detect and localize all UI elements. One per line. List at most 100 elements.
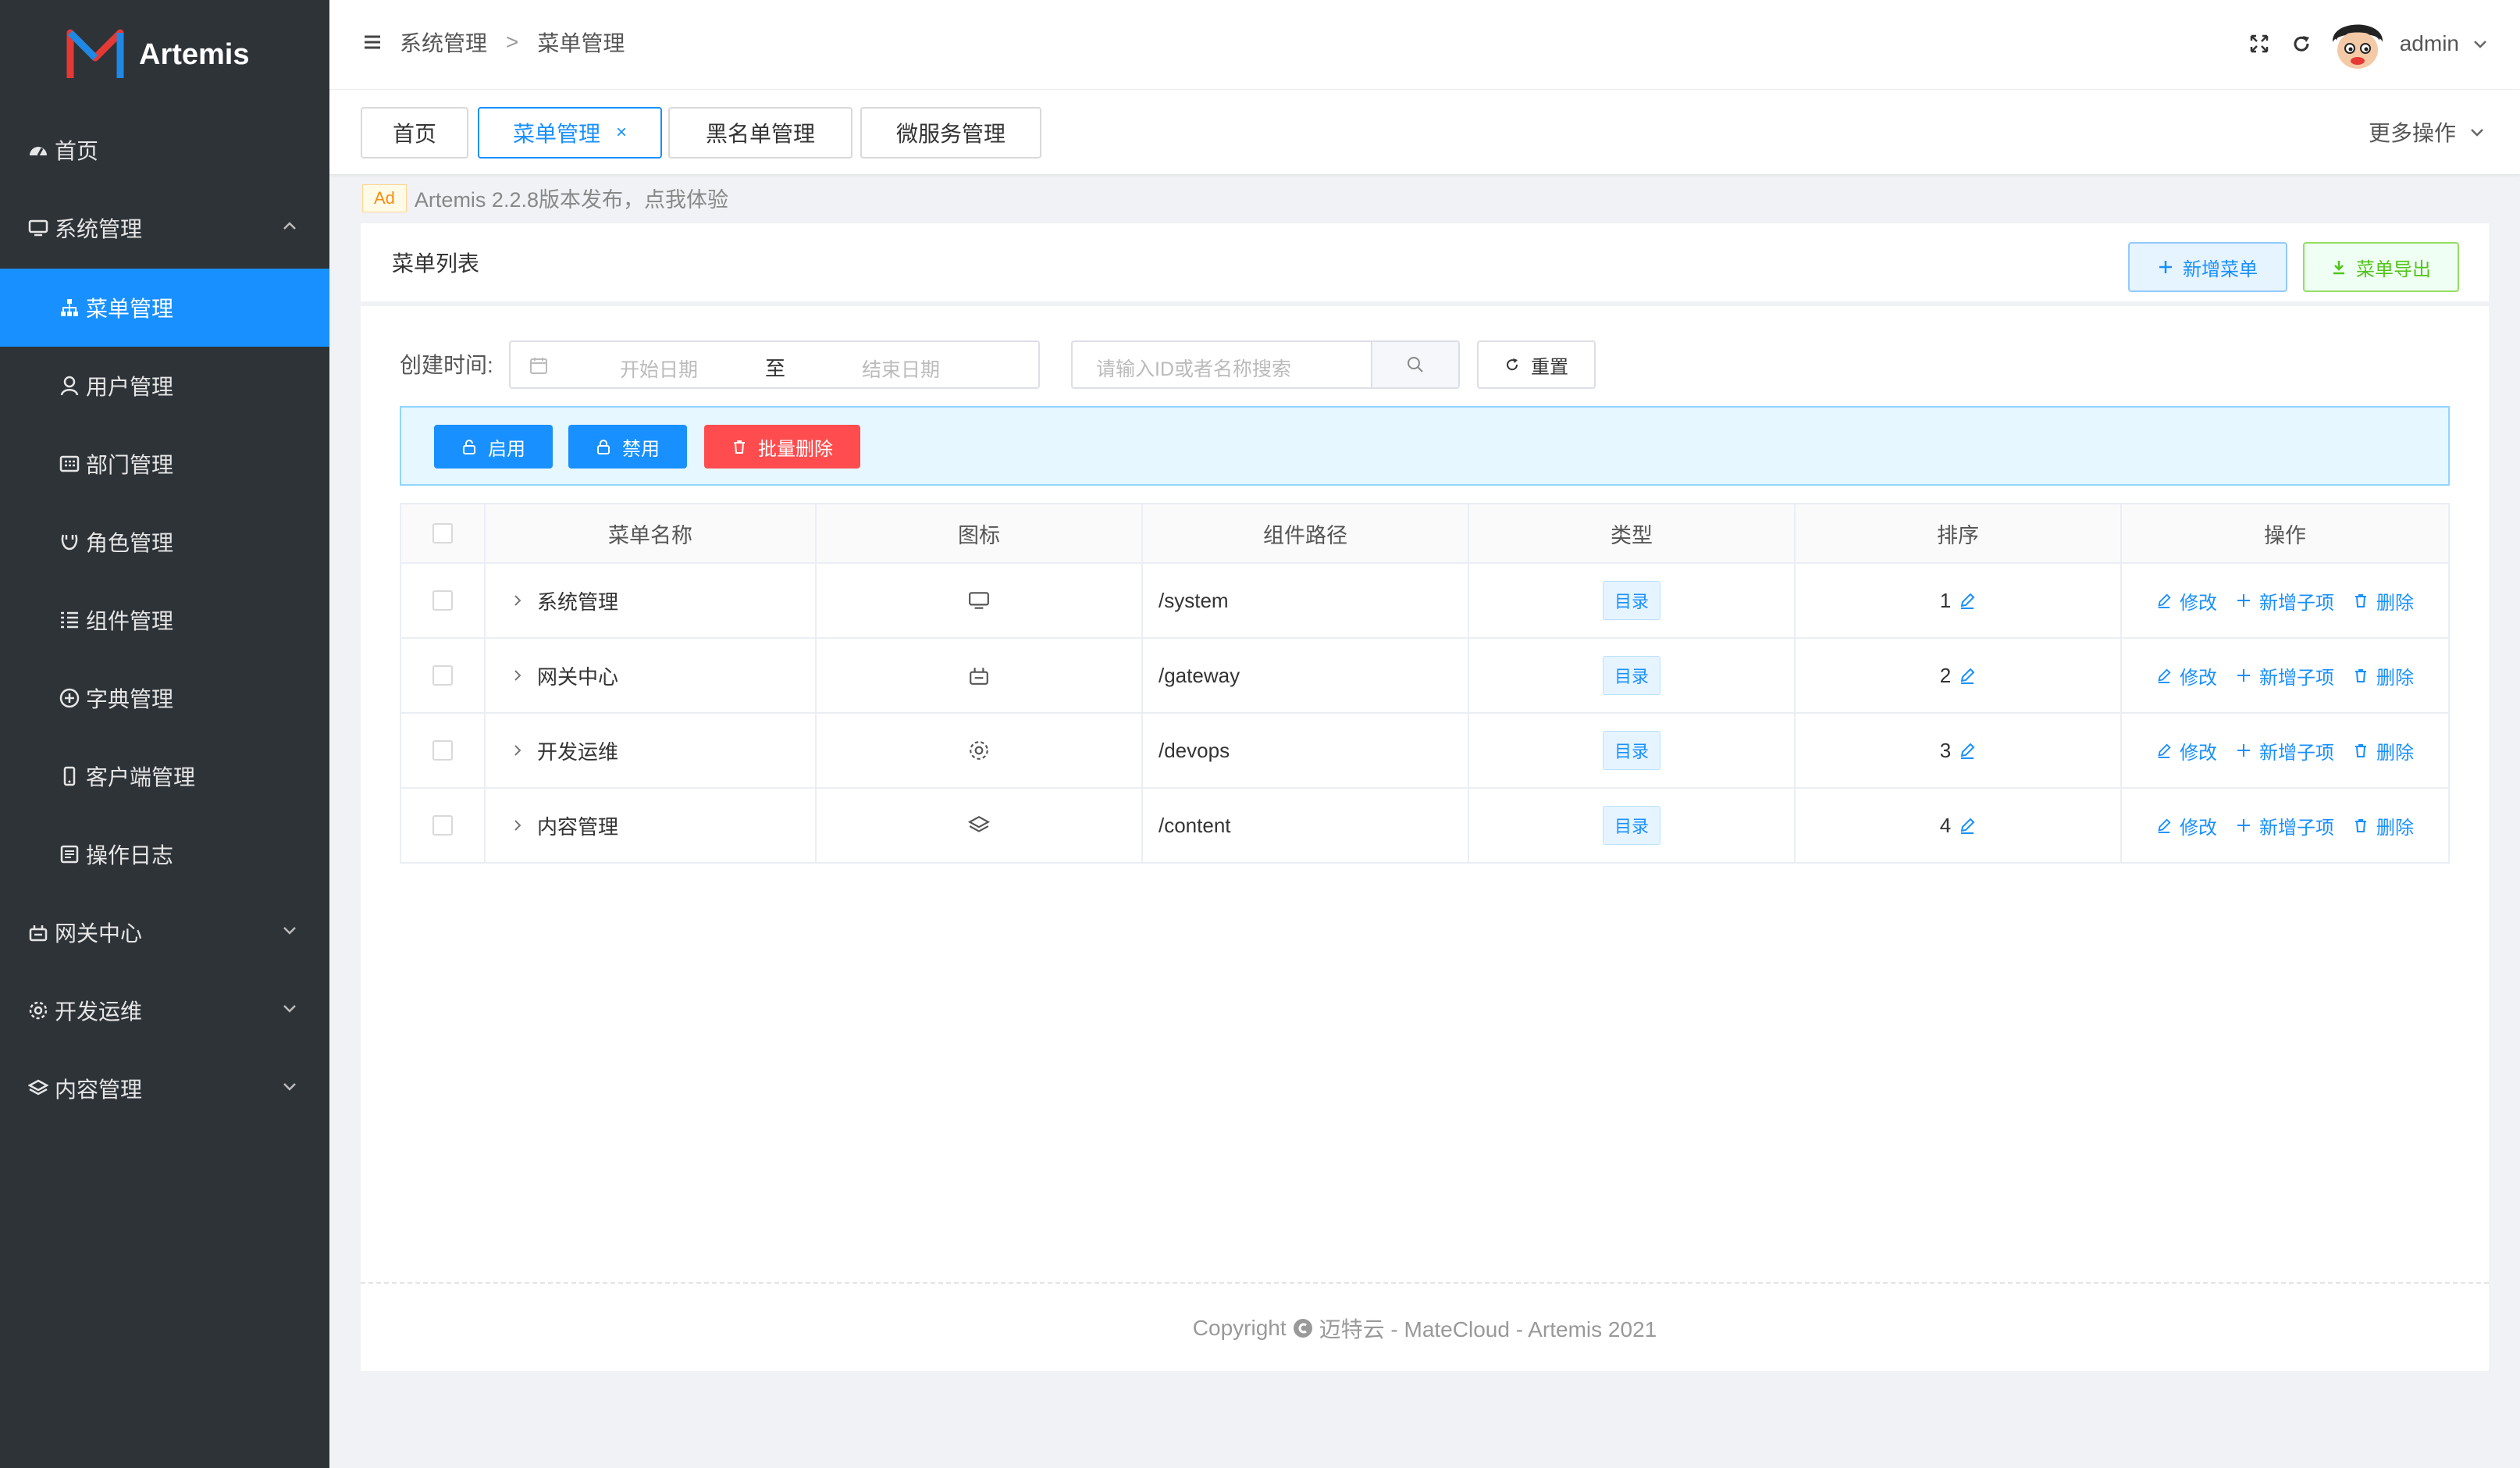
sidebar-item-content[interactable]: 内容管理: [0, 1049, 329, 1128]
sidebar-item-client[interactable]: 客户端管理: [0, 737, 329, 815]
unlock-icon: [463, 440, 475, 454]
table-row: 网关中心 /gateway 目录 2 修改 新增子项 删除: [401, 639, 2448, 714]
type-tag: 目录: [1602, 806, 1660, 845]
menu-name-cell: 系统管理: [486, 564, 817, 637]
breadcrumb-item[interactable]: 系统管理: [400, 27, 487, 58]
trash-icon: [2355, 594, 2366, 608]
row-select-cell: [401, 564, 486, 637]
sidebar-item-component[interactable]: 组件管理: [0, 581, 329, 659]
chevron-right-icon[interactable]: [511, 668, 525, 682]
menu-path: /gateway: [1143, 639, 1469, 712]
tab-blacklist[interactable]: 黑名单管理: [668, 107, 852, 159]
add-child-button[interactable]: 新增子项: [2236, 812, 2334, 839]
chevron-right-icon[interactable]: [511, 593, 525, 608]
sidebar-item-label: 网关中心: [55, 921, 143, 946]
search-icon: [1408, 357, 1423, 372]
tab-label: 黑名单管理: [705, 122, 815, 146]
tab-menu[interactable]: 菜单管理 ×: [478, 107, 662, 159]
date-range-picker[interactable]: 开始日期 至 结束日期: [509, 340, 1040, 389]
add-child-button[interactable]: 新增子项: [2236, 662, 2334, 689]
card-header: 菜单列表 新增菜单 菜单导出: [361, 223, 2489, 306]
fullscreen-icon[interactable]: [2248, 33, 2270, 55]
sort-value: 4: [1939, 813, 1952, 837]
sidebar-item-system[interactable]: 系统管理: [0, 189, 329, 267]
plus-icon: [2159, 261, 2172, 273]
menu-name: 网关中心: [537, 665, 619, 689]
row-checkbox[interactable]: [432, 740, 453, 761]
row-checkbox[interactable]: [432, 815, 453, 836]
edit-icon[interactable]: [1959, 667, 1976, 684]
add-child-button[interactable]: 新增子项: [2236, 737, 2334, 764]
sidebar-item-users[interactable]: 用户管理: [0, 347, 329, 425]
menu-icon-cell: [817, 564, 1143, 637]
delete-button[interactable]: 删除: [2353, 587, 2414, 615]
chevron-right-icon[interactable]: [511, 743, 525, 757]
add-child-button[interactable]: 新增子项: [2236, 587, 2334, 615]
select-all-checkbox[interactable]: [432, 523, 453, 543]
sidebar-item-role[interactable]: 角色管理: [0, 503, 329, 581]
edit-button[interactable]: 修改: [2156, 737, 2217, 764]
menu-icon-cell: [817, 789, 1143, 862]
delete-button[interactable]: 删除: [2353, 662, 2414, 689]
header-actions: admin: [2248, 11, 2489, 77]
sidebar-item-log[interactable]: 操作日志: [0, 815, 329, 893]
row-checkbox[interactable]: [432, 665, 453, 686]
edit-icon[interactable]: [1959, 592, 1976, 609]
sidebar-item-dict[interactable]: 字典管理: [0, 659, 329, 737]
username[interactable]: admin: [2400, 31, 2459, 56]
reset-button[interactable]: 重置: [1477, 340, 1596, 389]
batch-action-bar: 启用 禁用 批量删除: [400, 406, 2450, 486]
gateway-icon: [970, 668, 988, 685]
more-actions-dropdown[interactable]: 更多操作: [2369, 116, 2486, 148]
chevron-right-icon[interactable]: [511, 818, 525, 832]
sidebar-item-devops[interactable]: 开发运维: [0, 971, 329, 1049]
search-button[interactable]: [1372, 340, 1460, 389]
add-child-label: 新增子项: [2259, 667, 2334, 689]
edit-button[interactable]: 修改: [2156, 812, 2217, 839]
search-input[interactable]: 请输入ID或者名称搜索: [1071, 340, 1372, 389]
start-date-input[interactable]: 开始日期: [620, 355, 698, 383]
edit-icon: [2158, 818, 2171, 833]
sidebar-item-label: 首页: [55, 139, 99, 163]
edit-icon[interactable]: [1959, 742, 1976, 759]
copyright-label: Copyright: [1192, 1316, 1287, 1340]
gear-icon: [27, 999, 50, 1022]
breadcrumb-separator: >: [506, 30, 519, 54]
edit-button[interactable]: 修改: [2156, 587, 2217, 615]
close-icon[interactable]: ×: [616, 122, 627, 144]
chevron-up-icon: [283, 222, 296, 230]
delete-button[interactable]: 删除: [2353, 737, 2414, 764]
edit-icon[interactable]: [1959, 817, 1976, 834]
sidebar-item-menu[interactable]: 菜单管理: [0, 269, 329, 347]
tab-microservice[interactable]: 微服务管理: [860, 107, 1041, 159]
tab-home[interactable]: 首页: [361, 107, 468, 159]
enable-button[interactable]: 启用: [434, 425, 553, 469]
add-menu-button[interactable]: 新增菜单: [2128, 242, 2287, 292]
avatar[interactable]: [2325, 11, 2390, 77]
menu-path: /system: [1143, 564, 1469, 637]
delete-button[interactable]: 删除: [2353, 812, 2414, 839]
chevron-down-icon[interactable]: [2472, 35, 2489, 52]
end-date-input[interactable]: 结束日期: [862, 355, 940, 383]
batch-delete-button[interactable]: 批量删除: [704, 425, 860, 469]
plus-icon: [2237, 819, 2250, 832]
sidebar-item-dept[interactable]: 部门管理: [0, 425, 329, 503]
export-menu-button[interactable]: 菜单导出: [2303, 242, 2459, 292]
delete-label: 删除: [2376, 817, 2414, 839]
chevron-down-icon: [283, 1005, 296, 1013]
tab-label: 首页: [392, 122, 436, 146]
dashboard-icon: [27, 138, 50, 162]
logo[interactable]: Artemis: [66, 27, 250, 83]
row-select-cell: [401, 639, 486, 712]
sidebar-item-home[interactable]: 首页: [0, 111, 329, 189]
disable-button[interactable]: 禁用: [568, 425, 687, 469]
type-tag: 目录: [1602, 731, 1660, 770]
ad-banner[interactable]: Ad Artemis 2.2.8版本发布，点我体验: [362, 183, 728, 213]
edit-button[interactable]: 修改: [2156, 662, 2217, 689]
refresh-icon[interactable]: [2290, 33, 2312, 55]
menu-fold-icon[interactable]: [362, 32, 383, 52]
row-checkbox[interactable]: [432, 590, 453, 611]
row-select-cell: [401, 789, 486, 862]
sidebar-item-label: 部门管理: [86, 453, 174, 477]
sidebar-item-gateway[interactable]: 网关中心: [0, 893, 329, 971]
